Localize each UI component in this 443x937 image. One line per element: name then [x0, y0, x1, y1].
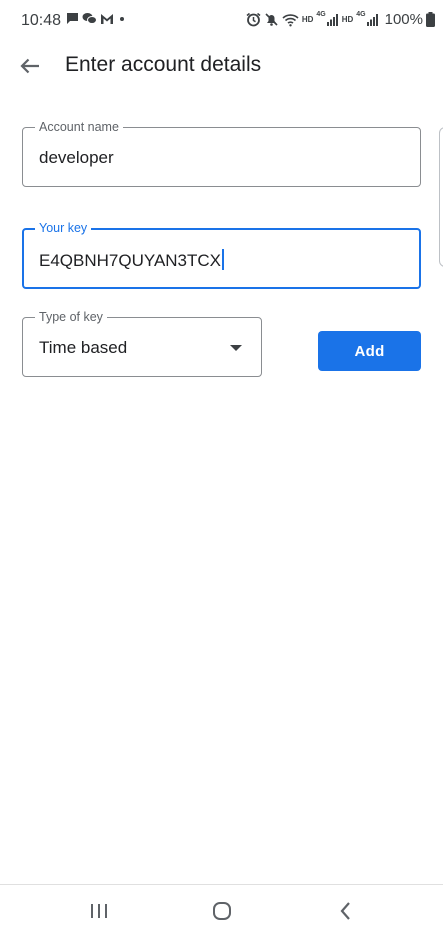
notification-icons: [66, 12, 127, 25]
back-icon: [334, 900, 358, 922]
status-bar: 10:48 HD 4G HD 4G 100%: [0, 0, 443, 42]
network-type-label: 4G: [356, 11, 366, 18]
dot-icon: [117, 14, 127, 24]
arrow-back-icon: [14, 52, 46, 80]
mute-icon: [264, 12, 279, 27]
status-time: 10:48: [21, 12, 62, 29]
battery-percent: 100%: [384, 11, 423, 28]
network-type-label: 4G: [316, 11, 326, 18]
wechat-icon: [82, 12, 97, 25]
alarm-icon: [246, 12, 261, 27]
hd-label: HD: [341, 14, 354, 24]
text-cursor: [222, 249, 225, 270]
back-button[interactable]: [14, 52, 46, 80]
signal-icon: [366, 13, 379, 26]
type-of-key-label: Type of key: [35, 310, 107, 324]
app-bar: Enter account details: [0, 42, 443, 90]
side-panel-edge[interactable]: [439, 127, 443, 267]
nav-back-button[interactable]: [334, 900, 358, 922]
page-title: Enter account details: [65, 53, 262, 76]
your-key-value: E4QBNH7QUYAN3TCX: [39, 251, 222, 270]
chat-bubble-icon: [66, 12, 79, 25]
wifi-icon: [282, 13, 299, 27]
signal-icon: [326, 13, 339, 26]
your-key-field[interactable]: Your key E4QBNH7QUYAN3TCX: [22, 221, 421, 289]
type-of-key-dropdown[interactable]: Type of key Time based: [22, 310, 262, 377]
battery-icon: [426, 12, 435, 27]
type-of-key-value: Time based: [39, 338, 128, 357]
your-key-input: E4QBNH7QUYAN3TCX: [39, 249, 225, 271]
your-key-label: Your key: [35, 221, 92, 235]
system-status-icons: HD 4G HD 4G 100%: [246, 11, 435, 28]
dropdown-arrow-icon: [230, 345, 242, 351]
recents-icon: [87, 900, 111, 922]
account-name-field[interactable]: Account name developer: [22, 120, 421, 187]
system-nav-bar: [0, 884, 443, 937]
account-name-label: Account name: [35, 120, 123, 134]
add-button[interactable]: Add: [318, 331, 421, 371]
hd-label: HD: [301, 14, 314, 24]
gmail-icon: [100, 13, 114, 25]
recents-button[interactable]: [87, 900, 111, 922]
home-button[interactable]: [210, 900, 234, 922]
account-name-value: developer: [39, 148, 114, 167]
home-icon: [210, 900, 234, 922]
